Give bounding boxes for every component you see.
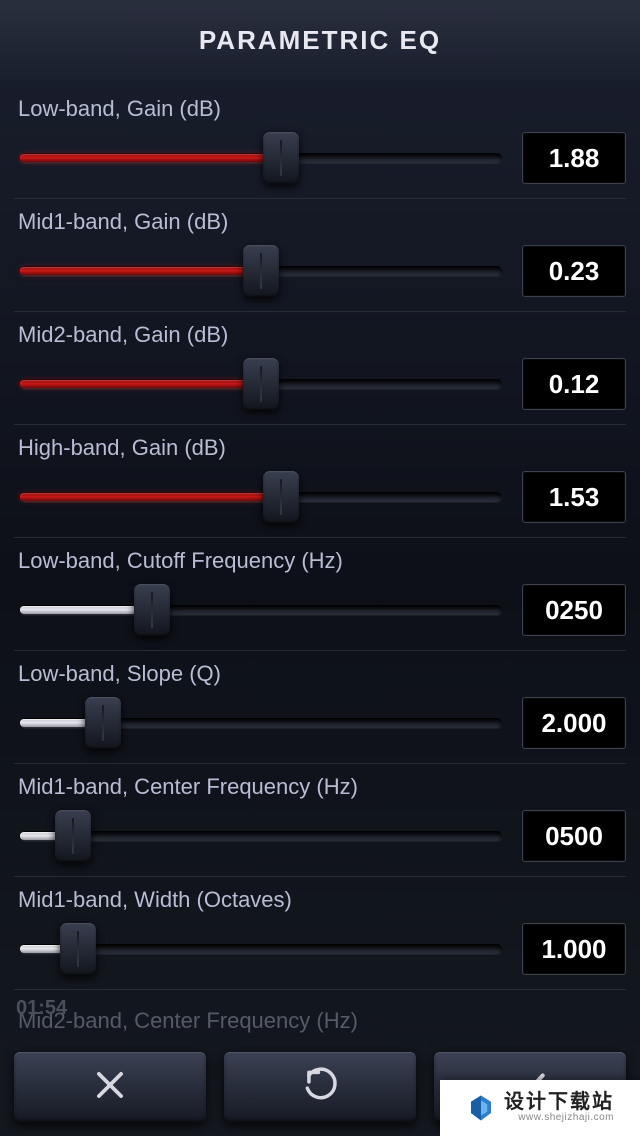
cancel-button[interactable] (14, 1052, 206, 1122)
undo-icon (301, 1066, 339, 1109)
slider[interactable] (14, 586, 508, 634)
slider[interactable] (14, 360, 508, 408)
param-row: Low-band, Slope (Q) 2.000 (14, 661, 626, 764)
slider-thumb[interactable] (55, 810, 91, 862)
slider-thumb[interactable] (263, 132, 299, 184)
param-row: High-band, Gain (dB) 1.53 (14, 435, 626, 538)
param-label: Low-band, Gain (dB) (18, 96, 626, 122)
watermark-text-en: www.shejizhaji.com (504, 1113, 614, 1124)
close-icon (91, 1066, 129, 1109)
value-display[interactable]: 2.000 (522, 697, 626, 749)
slider[interactable] (14, 134, 508, 182)
param-label: Mid1-band, Width (Octaves) (18, 887, 626, 913)
value-display[interactable]: 0.12 (522, 358, 626, 410)
param-row: Low-band, Gain (dB) 1.88 (14, 96, 626, 199)
watermark-text-cn: 设计下载站 (504, 1092, 614, 1113)
param-label: Mid2-band, Gain (dB) (18, 322, 626, 348)
slider[interactable] (14, 699, 508, 747)
value-display[interactable]: 1.88 (522, 132, 626, 184)
slider-thumb[interactable] (134, 584, 170, 636)
param-label: Low-band, Cutoff Frequency (Hz) (18, 548, 626, 574)
parameter-list: Low-band, Gain (dB) 1.88 Mid1-band, Gain (… (0, 80, 640, 1040)
slider[interactable] (14, 812, 508, 860)
slider-thumb[interactable] (60, 923, 96, 975)
slider-thumb[interactable] (243, 358, 279, 410)
param-row: Mid2-band, Gain (dB) 0.12 (14, 322, 626, 425)
background-playback-time: 01:54 (16, 997, 67, 1020)
param-label-clipped: Mid2-band, Center Frequency (Hz) (18, 1008, 626, 1034)
param-label: Low-band, Slope (Q) (18, 661, 626, 687)
slider-thumb[interactable] (263, 471, 299, 523)
value-display[interactable]: 0500 (522, 810, 626, 862)
param-label: High-band, Gain (dB) (18, 435, 626, 461)
slider-thumb[interactable] (243, 245, 279, 297)
param-label: Mid1-band, Gain (dB) (18, 209, 626, 235)
watermark-logo-icon (466, 1093, 496, 1123)
param-row: Mid1-band, Gain (dB) 0.23 (14, 209, 626, 312)
param-row: Mid1-band, Center Frequency (Hz) 0500 (14, 774, 626, 877)
value-display[interactable]: 0.23 (522, 245, 626, 297)
param-label: Mid1-band, Center Frequency (Hz) (18, 774, 626, 800)
page-title: PARAMETRIC EQ (199, 25, 441, 56)
value-display[interactable]: 1.53 (522, 471, 626, 523)
slider[interactable] (14, 247, 508, 295)
value-display[interactable]: 0250 (522, 584, 626, 636)
watermark: 设计下载站 www.shejizhaji.com (440, 1080, 640, 1136)
undo-button[interactable] (224, 1052, 416, 1122)
slider[interactable] (14, 473, 508, 521)
slider-thumb[interactable] (85, 697, 121, 749)
header: PARAMETRIC EQ (0, 0, 640, 80)
param-row: Low-band, Cutoff Frequency (Hz) 0250 (14, 548, 626, 651)
param-row: Mid1-band, Width (Octaves) 1.000 (14, 887, 626, 990)
value-display[interactable]: 1.000 (522, 923, 626, 975)
slider[interactable] (14, 925, 508, 973)
